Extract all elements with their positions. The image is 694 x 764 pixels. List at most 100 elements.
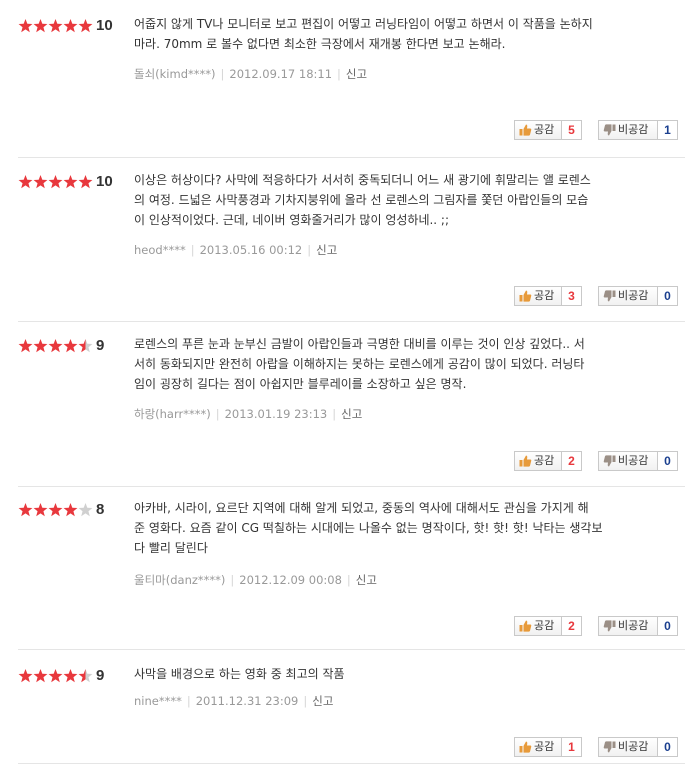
rating-score: 9	[96, 667, 105, 684]
star-rating-wrap	[18, 174, 94, 190]
like-label: 공감	[534, 289, 555, 302]
review-text-line: 사막을 배경으로 하는 영화 중 최고의 작품	[134, 667, 345, 681]
thumbs-up-icon	[519, 124, 532, 136]
review-item: 9 로렌스의 푸른 눈과 눈부신 금발이 아랍인들과 극명한 대비를 이루는 것이…	[18, 334, 685, 487]
like-button[interactable]: 공감	[514, 120, 562, 140]
review-meta: heod**** | 2013.05.16 00:12 | 신고	[134, 242, 337, 258]
dislike-button[interactable]: 비공감	[598, 616, 658, 636]
rating: 10	[18, 17, 130, 34]
review-text: 로렌스의 푸른 눈과 눈부신 금발이 아랍인들과 극명한 대비를 이루는 것이 …	[134, 334, 682, 394]
review-text-line: 로렌스의 푸른 눈과 눈부신 금발이 아랍인들과 극명한 대비를 이루는 것이 …	[134, 337, 585, 351]
separator: |	[303, 694, 308, 708]
vote-actions: 공감 2 비공감 0	[514, 451, 685, 471]
vote-actions: 공감 1 비공감 0	[514, 737, 685, 757]
dislike-button[interactable]: 비공감	[598, 286, 658, 306]
review-author[interactable]: nine****	[134, 694, 182, 708]
report-link[interactable]: 신고	[312, 694, 333, 708]
review-text-line: 임이 굉장히 길다는 점이 아쉽지만 블루레이를 소장하고 싶은 명작.	[134, 377, 467, 391]
review-text: 아카바, 시라이, 요르단 지역에 대해 알게 되었고, 중동의 역사에 대해서…	[134, 498, 682, 558]
rating: 9	[18, 667, 130, 684]
like-label: 공감	[534, 619, 555, 632]
like-button[interactable]: 공감	[514, 286, 562, 306]
star-icon	[63, 19, 78, 33]
review-date: 2012.12.09 00:08	[239, 573, 342, 587]
star-rating	[18, 669, 93, 683]
review-text-line: 준 영화다. 요즘 같이 CG 떡칠하는 시대에는 나올수 없는 명작이다, 핫…	[134, 521, 603, 535]
review-item: 10 이상은 허상이다? 사막에 적응하다가 서서히 중독되더니 어느 새 광기에…	[18, 170, 685, 322]
like-count: 2	[562, 451, 582, 471]
like-button[interactable]: 공감	[514, 737, 562, 757]
star-icon	[63, 339, 78, 353]
rating: 8	[18, 501, 130, 518]
star-icon	[63, 175, 78, 189]
separator: |	[307, 243, 312, 257]
dislike-count: 1	[658, 120, 678, 140]
separator: |	[346, 573, 351, 587]
star-icon	[33, 19, 48, 33]
star-icon	[48, 669, 63, 683]
star-rating	[18, 175, 93, 189]
vote-actions: 공감 2 비공감 0	[514, 616, 685, 636]
star-icon	[78, 503, 93, 517]
review-text: 사막을 배경으로 하는 영화 중 최고의 작품	[134, 664, 682, 684]
dislike-button[interactable]: 비공감	[598, 120, 658, 140]
review-text-line: 마라. 70mm 로 볼수 없다면 최소한 극장에서 재개봉 한다면 보고 논해…	[134, 37, 506, 51]
dislike-button[interactable]: 비공감	[598, 451, 658, 471]
like-label: 공감	[534, 123, 555, 136]
thumbs-down-icon	[603, 455, 616, 467]
star-icon	[18, 339, 33, 353]
rating-score: 8	[96, 501, 105, 518]
star-icon	[63, 669, 78, 683]
star-icon	[48, 19, 63, 33]
report-link[interactable]: 신고	[341, 407, 362, 421]
star-icon	[48, 339, 63, 353]
review-text-line: 아카바, 시라이, 요르단 지역에 대해 알게 되었고, 중동의 역사에 대해서…	[134, 501, 589, 515]
rating-score: 10	[96, 17, 113, 34]
review-item: 10 어줍지 않게 TV나 모니터로 보고 편집이 어떻고 러닝타임이 어떻고 하…	[18, 14, 685, 158]
review-meta: 하랑(harr****) | 2013.01.19 23:13 | 신고	[134, 406, 362, 422]
review-author[interactable]: heod****	[134, 243, 186, 257]
star-rating-wrap	[18, 338, 94, 354]
review-author[interactable]: 돌쇠(kimd****)	[134, 67, 216, 81]
star-rating-wrap	[18, 18, 94, 34]
thumbs-down-icon	[603, 620, 616, 632]
separator: |	[230, 573, 235, 587]
review-meta: 돌쇠(kimd****) | 2012.09.17 18:11 | 신고	[134, 66, 367, 82]
vote-actions: 공감 5 비공감 1	[514, 120, 685, 140]
thumbs-down-icon	[603, 290, 616, 302]
dislike-count: 0	[658, 286, 678, 306]
vote-actions: 공감 3 비공감 0	[514, 286, 685, 306]
review-item: 8 아카바, 시라이, 요르단 지역에 대해 알게 되었고, 중동의 역사에 대해…	[18, 498, 685, 650]
dislike-button[interactable]: 비공감	[598, 737, 658, 757]
thumbs-up-icon	[519, 620, 532, 632]
report-link[interactable]: 신고	[346, 67, 367, 81]
rating: 9	[18, 337, 130, 354]
rating: 10	[18, 173, 130, 190]
like-label: 공감	[534, 454, 555, 467]
like-button[interactable]: 공감	[514, 616, 562, 636]
like-count: 3	[562, 286, 582, 306]
separator: |	[215, 407, 220, 421]
dislike-label: 비공감	[618, 123, 649, 136]
star-icon	[18, 503, 33, 517]
report-link[interactable]: 신고	[316, 243, 337, 257]
review-author[interactable]: 울티마(danz****)	[134, 573, 225, 587]
separator: |	[337, 67, 341, 81]
like-count: 1	[562, 737, 582, 757]
review-list: 10 어줍지 않게 TV나 모니터로 보고 편집이 어떻고 러닝타임이 어떻고 하…	[0, 0, 694, 764]
review-text-line: 어줍지 않게 TV나 모니터로 보고 편집이 어떻고 러닝타임이 어떻고 하면서…	[134, 17, 593, 31]
star-icon	[33, 339, 48, 353]
like-button[interactable]: 공감	[514, 451, 562, 471]
review-author[interactable]: 하랑(harr****)	[134, 407, 211, 421]
review-text-line: 의 여정. 드넓은 사막풍경과 기차지붕위에 올라 선 로렌스의 그림자를 쫓던…	[134, 193, 589, 207]
review-text: 어줍지 않게 TV나 모니터로 보고 편집이 어떻고 러닝타임이 어떻고 하면서…	[134, 14, 682, 54]
report-link[interactable]: 신고	[356, 573, 377, 587]
review-meta: 울티마(danz****) | 2012.12.09 00:08 | 신고	[134, 572, 377, 588]
star-rating	[18, 503, 93, 517]
review-item: 9 사막을 배경으로 하는 영화 중 최고의 작품 nine**** | 2011.12…	[18, 664, 685, 764]
separator: |	[186, 694, 191, 708]
star-icon	[33, 175, 48, 189]
separator: |	[220, 67, 225, 81]
like-label: 공감	[534, 740, 555, 753]
thumbs-up-icon	[519, 455, 532, 467]
